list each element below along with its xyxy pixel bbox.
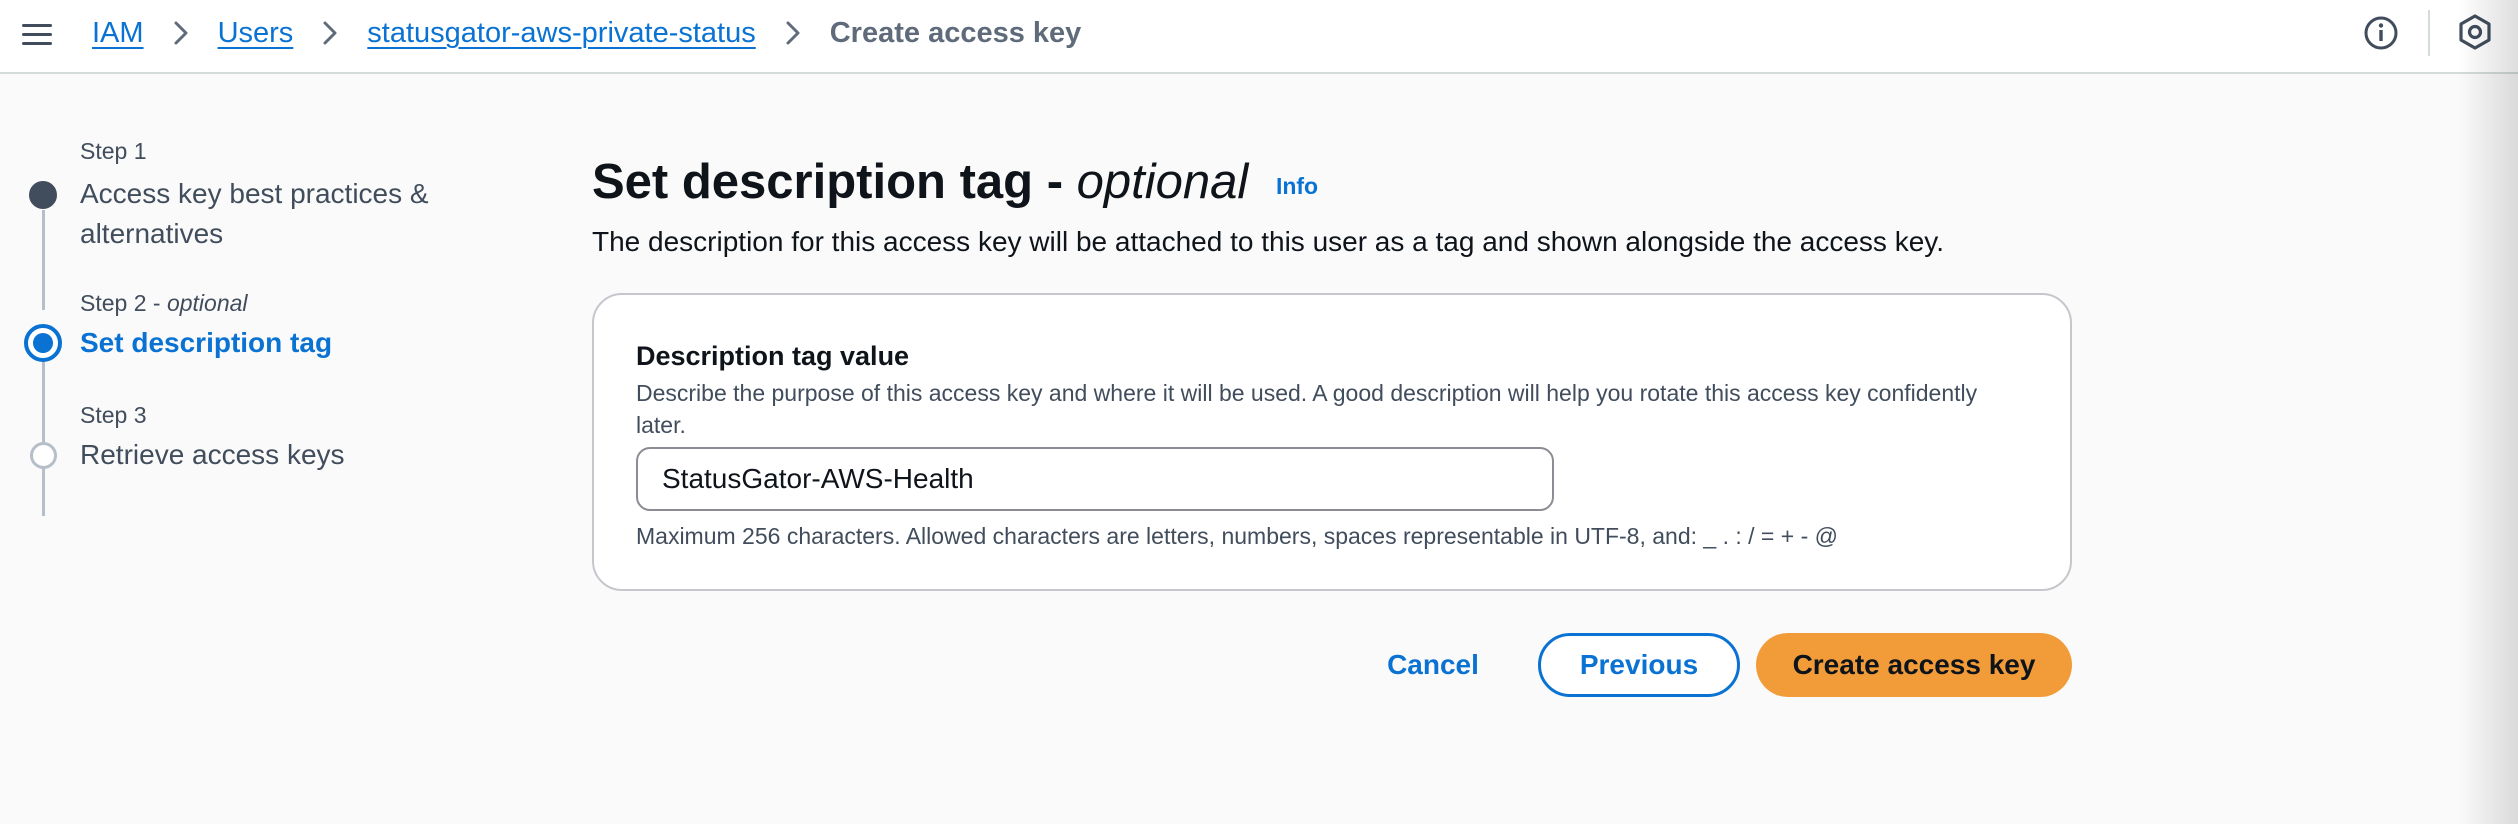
page-title-text: Set description tag [592,155,1034,209]
description-tag-constraint-text: Maximum 256 characters. Allowed characte… [636,523,1838,549]
step-2-optional: optional [166,290,248,316]
chevron-right-icon [778,18,808,48]
page-content: Step 1 Access key best practices & alter… [0,74,2518,824]
page-title: Set description tag - optional Info [592,154,1318,210]
wizard-steps-navigation: Step 1 Access key best practices & alter… [0,74,520,824]
create-access-key-button[interactable]: Create access key [1756,633,2072,697]
description-tag-help-text: Describe the purpose of this access key … [636,380,1978,438]
description-tag-form-card: Description tag value Describe the purpo… [592,293,2072,591]
page-title-optional: optional [1076,155,1249,209]
step-3-title: Retrieve access keys [80,439,345,470]
breadcrumb-users-link[interactable]: Users [218,17,294,50]
settings-hexagon-icon[interactable] [2455,12,2495,52]
step-upcoming-icon [30,442,57,469]
description-tag-input[interactable] [636,447,1554,511]
toolbar-divider [2428,10,2430,56]
step-2-title: Set description tag [80,327,333,358]
step-2-number: Step 2 [80,290,147,316]
step-1-title[interactable]: Access key best practices & alternatives [80,174,500,254]
page-title-separator: - [1046,155,1064,209]
step-2-label: Step 2 - optional [80,290,248,316]
step-connector [42,343,45,516]
info-circle-icon[interactable] [2362,14,2400,52]
breadcrumb-user-link[interactable]: statusgator-aws-private-status [367,17,755,50]
step-1-label: Step 1 [80,138,147,164]
breadcrumb-iam-link[interactable]: IAM [92,17,144,50]
info-link[interactable]: Info [1276,173,1318,199]
page-description: The description for this access key will… [592,226,1944,257]
breadcrumb-current-page: Create access key [829,16,1082,49]
chevron-right-icon [166,18,196,48]
cancel-button[interactable]: Cancel [1366,633,1500,697]
hamburger-menu-icon[interactable] [22,18,54,50]
step-active-icon [24,324,62,362]
breadcrumb: IAM Users statusgator-aws-private-status… [92,0,1081,66]
top-navigation-bar: IAM Users statusgator-aws-private-status… [0,0,2518,74]
previous-button[interactable]: Previous [1538,633,1740,697]
step-connector [42,210,45,310]
step-3-label: Step 3 [80,402,147,428]
chevron-right-icon [315,18,345,48]
step-completed-icon [29,181,57,209]
description-tag-label: Description tag value [636,341,910,371]
